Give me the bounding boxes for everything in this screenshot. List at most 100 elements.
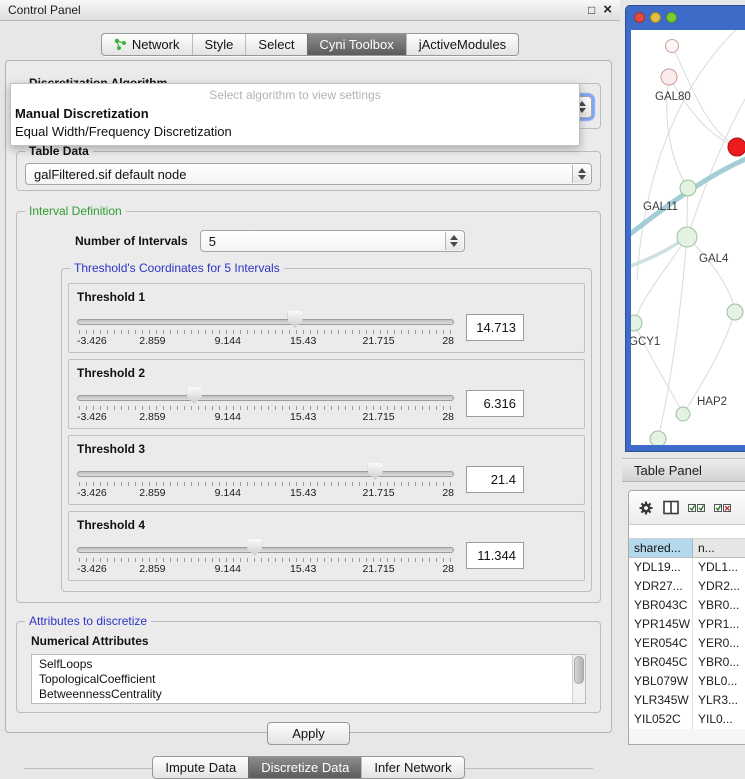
table-cell[interactable]: YER054C <box>629 634 693 653</box>
window-controls: □ × <box>588 4 612 16</box>
slider-track <box>77 395 454 401</box>
slider-thumb[interactable] <box>187 387 202 404</box>
tab-discretize-data[interactable]: Discretize Data <box>248 757 361 778</box>
table-cell[interactable]: YDR27... <box>629 577 693 596</box>
threshold-value-field[interactable]: 14.713 <box>466 314 524 341</box>
threshold-slider[interactable]: -3.426 2.859 9.144 15.43 21.715 28 <box>77 306 454 348</box>
threshold-value-field[interactable]: 11.344 <box>466 542 524 569</box>
table-cell[interactable]: YIL0... <box>693 710 745 729</box>
interval-definition-group: Interval Definition Number of Intervals … <box>16 211 601 603</box>
tick-label: 9.144 <box>215 411 241 423</box>
gear-icon[interactable] <box>638 500 654 516</box>
num-intervals-select[interactable]: 5 <box>200 230 465 252</box>
table-cell[interactable]: YDL19... <box>629 558 693 577</box>
minimize-traffic-light-icon[interactable] <box>650 12 661 23</box>
node-label: GAL4 <box>699 253 729 265</box>
threshold-value-field[interactable]: 6.316 <box>466 390 524 417</box>
tab-select[interactable]: Select <box>245 34 306 55</box>
tab-cyni-toolbox[interactable]: Cyni Toolbox <box>307 34 406 55</box>
table-row[interactable]: YER054C YER0... <box>629 634 745 653</box>
table-cell[interactable]: YBR0... <box>693 653 745 672</box>
tick-label: 21.715 <box>363 411 395 423</box>
numerical-attributes-label: Numerical Attributes <box>31 634 590 648</box>
table-cell[interactable]: YBL079W <box>629 672 693 691</box>
show-columns-icon[interactable] <box>663 500 679 515</box>
table-cell[interactable]: YBR0... <box>693 596 745 615</box>
table-row[interactable]: YBR043C YBR0... <box>629 596 745 615</box>
table-cell[interactable]: YBL0... <box>693 672 745 691</box>
table-row[interactable]: YBR045C YBR0... <box>629 653 745 672</box>
table-row[interactable]: YDL19... YDL1... <box>629 558 745 577</box>
threshold-panel: Threshold 2 -3.426 2.859 9.144 15.43 <box>68 359 585 429</box>
slider-ticks <box>79 558 452 562</box>
table-cell[interactable]: YPR1... <box>693 615 745 634</box>
table-cell[interactable]: YDL1... <box>693 558 745 577</box>
zoom-traffic-light-icon[interactable] <box>666 12 677 23</box>
popup-option-equal-width-frequency[interactable]: Equal Width/Frequency Discretization <box>11 122 579 140</box>
table-cell[interactable]: YER0... <box>693 634 745 653</box>
slider-thumb[interactable] <box>368 463 383 480</box>
table-cell[interactable]: YIL052C <box>629 710 693 729</box>
table-cell[interactable]: YDR2... <box>693 577 745 596</box>
tab-jactivemodules[interactable]: jActiveModules <box>406 34 518 55</box>
list-item[interactable]: SelfLoops <box>39 657 569 672</box>
deselect-checkboxes-icon[interactable] <box>714 503 731 513</box>
tick-label: 2.859 <box>139 411 165 423</box>
tick-label: 2.859 <box>139 563 165 575</box>
table-row[interactable]: YBL079W YBL0... <box>629 672 745 691</box>
threshold-value-field[interactable]: 21.4 <box>466 466 524 493</box>
slider-thumb[interactable] <box>288 311 303 328</box>
tab-label: Select <box>258 37 294 52</box>
column-header-name[interactable]: n... <box>693 539 745 557</box>
slider-track <box>77 471 454 477</box>
threshold-slider[interactable]: -3.426 2.859 9.144 15.43 21.715 28 <box>77 534 454 576</box>
threshold-slider[interactable]: -3.426 2.859 9.144 15.43 21.715 28 <box>77 382 454 424</box>
table-row[interactable]: YIL052C YIL0... <box>629 710 745 729</box>
popup-option-manual-discretization[interactable]: Manual Discretization <box>11 104 579 122</box>
tab-impute-data[interactable]: Impute Data <box>153 757 248 778</box>
apply-button[interactable]: Apply <box>267 722 350 745</box>
threshold-slider[interactable]: -3.426 2.859 9.144 15.43 21.715 28 <box>77 458 454 500</box>
list-item[interactable]: TopologicalCoefficient <box>39 672 569 687</box>
table-cell[interactable]: YPR145W <box>629 615 693 634</box>
node-table: shared... n... YDL19... YDL1... YDR27...… <box>629 538 745 729</box>
table-row[interactable]: YPR145W YPR1... <box>629 615 745 634</box>
table-cell[interactable]: YLR3... <box>693 691 745 710</box>
tab-network[interactable]: Network <box>102 34 192 55</box>
table-row[interactable]: YDR27... YDR2... <box>629 577 745 596</box>
table-cell[interactable]: YLR345W <box>629 691 693 710</box>
threshold-panel: Threshold 1 -3.426 2.859 9.144 15.43 <box>68 283 585 353</box>
table-cell[interactable]: YBR045C <box>629 653 693 672</box>
table-spacer <box>629 525 745 538</box>
table-data-select-value: galFiltered.sif default node <box>34 167 186 182</box>
list-scrollbar[interactable] <box>572 655 585 703</box>
close-icon[interactable]: × <box>603 4 612 16</box>
slider-scale: -3.426 2.859 9.144 15.43 21.715 28 <box>77 563 454 575</box>
tab-style[interactable]: Style <box>192 34 246 55</box>
tick-label: 28 <box>442 411 454 423</box>
column-header-shared-name[interactable]: shared... <box>629 539 693 557</box>
combo-stepper-icon <box>445 232 463 250</box>
float-window-icon[interactable]: □ <box>588 4 595 16</box>
slider-scale: -3.426 2.859 9.144 15.43 21.715 28 <box>77 411 454 423</box>
slider-thumb[interactable] <box>247 539 262 556</box>
table-panel-title: Table Panel <box>634 463 702 478</box>
tab-label: Infer Network <box>374 760 451 775</box>
close-traffic-light-icon[interactable] <box>634 12 645 23</box>
table-panel-header: Table Panel <box>622 458 745 482</box>
tick-label: 15.43 <box>290 335 316 347</box>
scrollbar-thumb[interactable] <box>574 656 584 684</box>
tab-infer-network[interactable]: Infer Network <box>361 757 463 778</box>
network-canvas[interactable]: GAL80 GAL11 GAL4 GCY1 HAP2 <box>631 30 745 445</box>
tick-label: -3.426 <box>77 487 107 499</box>
select-all-checkboxes-icon[interactable] <box>688 503 705 513</box>
tick-label: 15.43 <box>290 563 316 575</box>
tick-label: 21.715 <box>363 335 395 347</box>
table-row[interactable]: YLR345W YLR3... <box>629 691 745 710</box>
table-data-select[interactable]: galFiltered.sif default node <box>25 163 592 185</box>
table-cell[interactable]: YBR043C <box>629 596 693 615</box>
group-label: Attributes to discretize <box>25 614 151 628</box>
table-toolbar <box>629 491 745 525</box>
right-column: GAL80 GAL11 GAL4 GCY1 HAP2 Table Panel <box>622 0 745 745</box>
list-item[interactable]: BetweennessCentrality <box>39 687 569 702</box>
